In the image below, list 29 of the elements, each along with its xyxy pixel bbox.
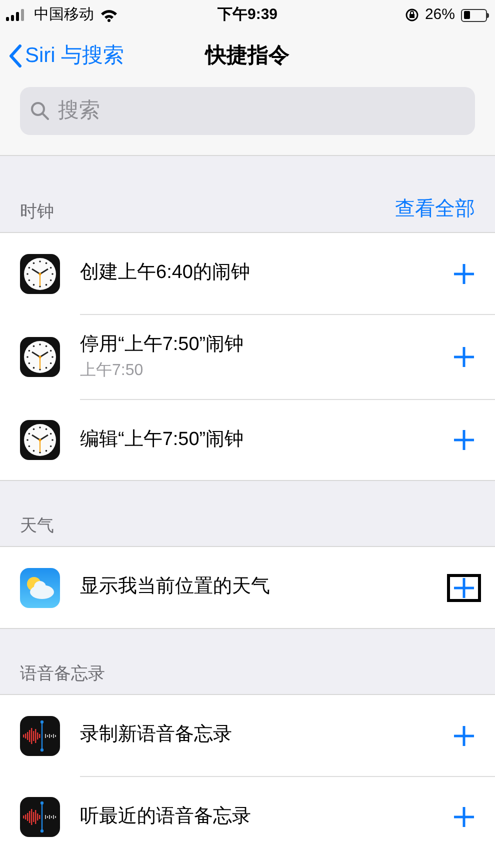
section-header: 时钟 (20, 200, 54, 222)
shortcut-title: 停用“上午7:50”闹钟 (80, 332, 245, 357)
carrier-name: 中国移动 (34, 4, 94, 25)
shortcut-title: 显示我当前位置的天气 (80, 575, 271, 600)
battery-icon (461, 8, 489, 22)
section-header: 天气 (20, 514, 54, 536)
clock-time: 下午9:39 (216, 4, 279, 25)
add-button[interactable] (447, 574, 481, 602)
search-icon (30, 101, 50, 121)
page-title: 快捷指令 (206, 43, 290, 70)
search-field[interactable]: 搜索 (20, 87, 475, 135)
shortcut-subtitle: 上午7:50 (80, 360, 144, 382)
shortcut-title: 创建上午6:40的闹钟 (80, 261, 251, 286)
back-button[interactable]: Siri 与搜索 (8, 40, 124, 72)
weather-icon (20, 568, 60, 608)
see-all-link[interactable]: 查看全部 (395, 194, 475, 224)
voice-memo-icon (20, 716, 60, 756)
shortcut-title: 编辑“上午7:50”闹钟 (80, 428, 245, 452)
rotation-lock-icon (404, 8, 419, 22)
battery-percent: 26% (424, 4, 455, 25)
clock-icon (20, 336, 60, 376)
shortcut-title: 录制新语音备忘录 (80, 722, 233, 748)
wifi-icon (100, 8, 118, 22)
clock-icon (20, 254, 60, 294)
section-header: 语音备忘录 (20, 662, 105, 684)
chevron-left-icon (8, 44, 22, 68)
shortcut-title: 听最近的语音备忘录 (80, 804, 252, 829)
voice-memo-icon (20, 796, 60, 836)
clock-icon (20, 420, 60, 460)
